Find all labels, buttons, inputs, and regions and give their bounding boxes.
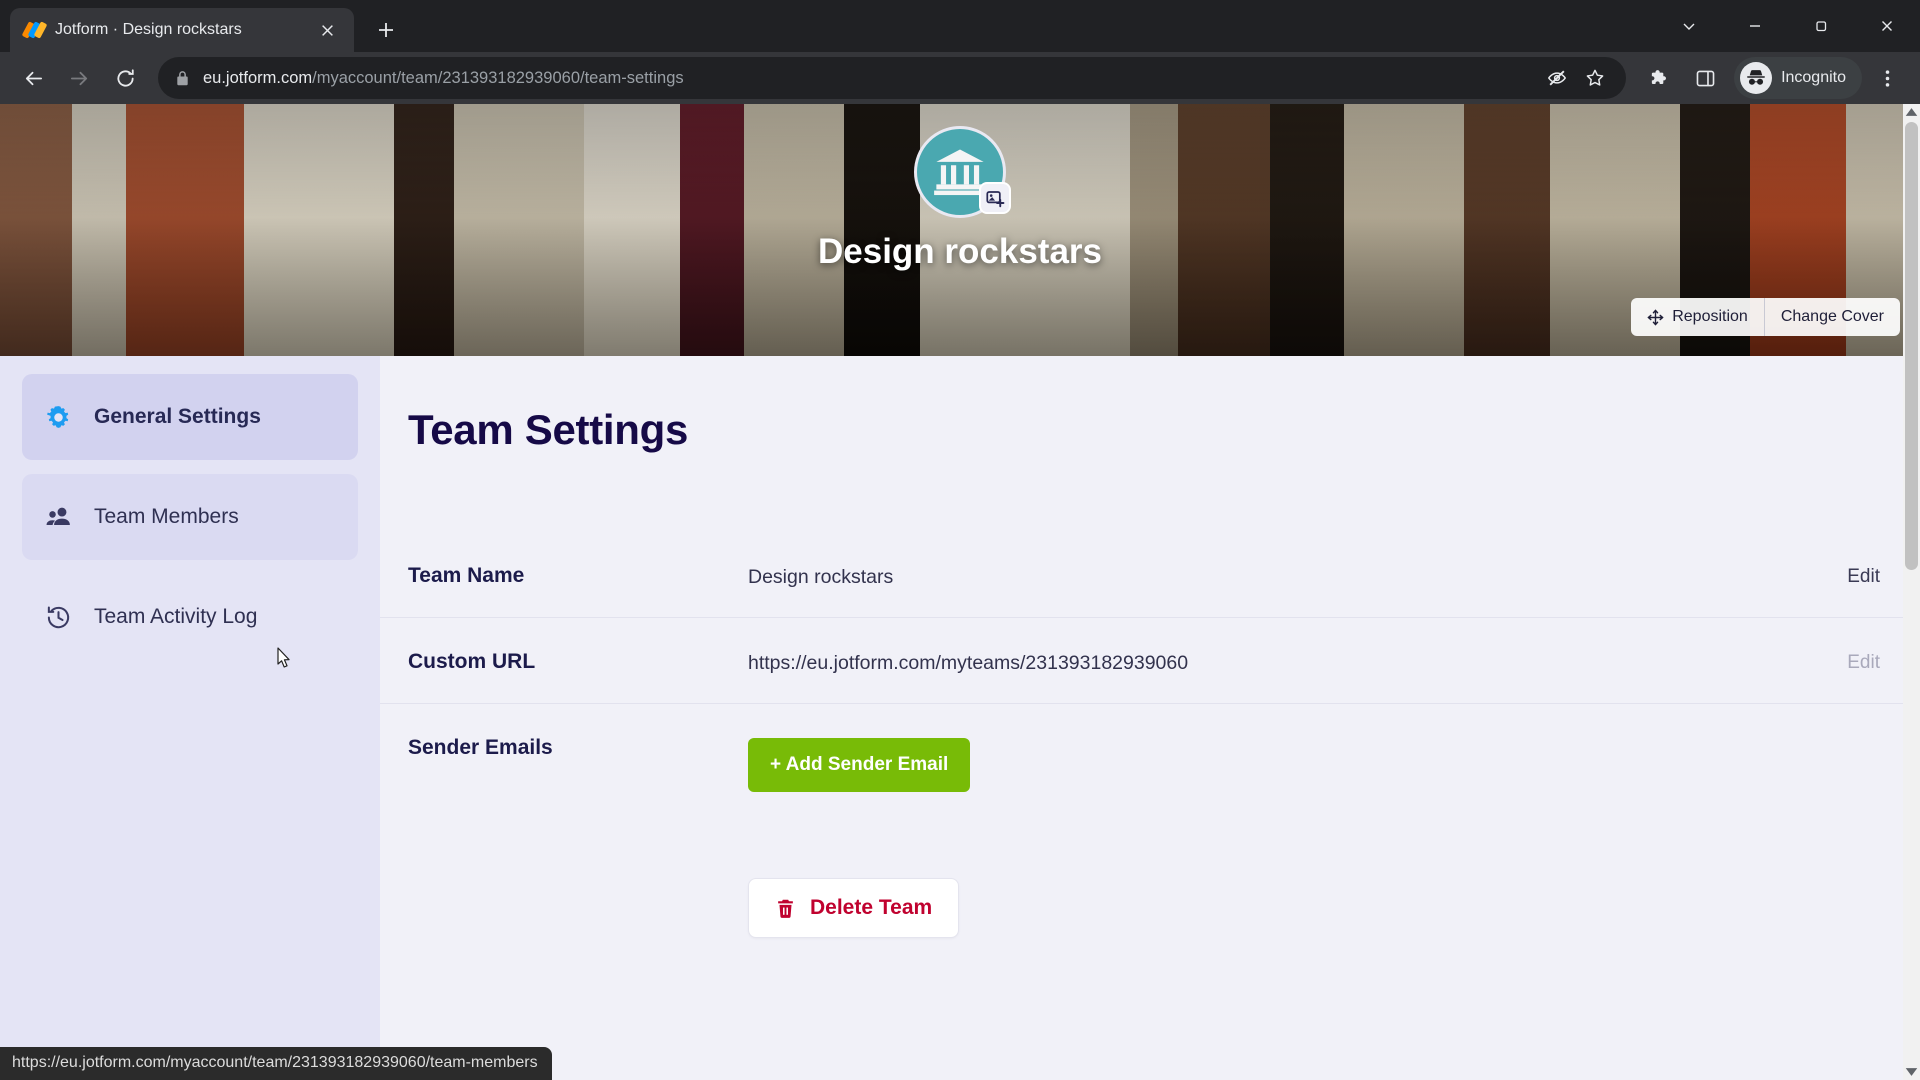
settings-content: Team Settings Team Name Design rockstars… xyxy=(380,356,1920,1080)
browser-window: Jotform · Design rockstars eu.jotform.co… xyxy=(0,0,1920,1080)
move-arrows-icon xyxy=(1647,309,1664,325)
maximize-icon[interactable] xyxy=(1788,0,1854,52)
sidebar-item-label: Team Members xyxy=(94,505,239,528)
reposition-label: Reposition xyxy=(1672,308,1748,325)
puzzle-piece-icon[interactable] xyxy=(1638,57,1680,99)
sidebar-item-general-settings[interactable]: General Settings xyxy=(22,374,358,460)
settings-sidebar: General Settings Team Members Team Activ… xyxy=(0,356,380,1080)
incognito-indicator[interactable]: Incognito xyxy=(1734,57,1862,99)
delete-team-area: Delete Team xyxy=(380,820,1920,938)
scroll-down-arrow[interactable] xyxy=(1903,1063,1920,1080)
settings-row-sender-emails: Sender Emails + Add Sender Email xyxy=(380,704,1920,820)
browser-toolbar: eu.jotform.com/myaccount/team/2313931829… xyxy=(0,52,1920,104)
row-value: https://eu.jotform.com/myteams/231393182… xyxy=(748,652,1189,674)
row-label: Team Name xyxy=(408,564,525,587)
row-value: Design rockstars xyxy=(748,566,894,588)
url-host: eu.jotform.com xyxy=(203,68,313,87)
url-text: eu.jotform.com/myaccount/team/2313931829… xyxy=(203,69,1530,88)
close-icon[interactable] xyxy=(314,17,340,43)
page-scrollbar[interactable] xyxy=(1903,104,1920,1080)
change-cover-button[interactable]: Change Cover xyxy=(1763,298,1900,336)
window-controls xyxy=(1656,0,1920,52)
minimize-icon[interactable] xyxy=(1722,0,1788,52)
lock-icon xyxy=(177,70,188,85)
scroll-up-arrow[interactable] xyxy=(1903,104,1920,121)
url-path: /myaccount/team/231393182939060/team-set… xyxy=(312,68,684,87)
page-body: General Settings Team Members Team Activ… xyxy=(0,356,1920,1080)
sidebar-item-label: General Settings xyxy=(94,405,261,428)
address-bar[interactable]: eu.jotform.com/myaccount/team/2313931829… xyxy=(158,57,1627,99)
delete-team-label: Delete Team xyxy=(810,896,933,919)
arrow-right-icon[interactable] xyxy=(58,57,100,99)
sidebar-item-team-activity-log[interactable]: Team Activity Log xyxy=(22,574,358,660)
trash-icon xyxy=(778,899,793,918)
settings-row-team-name: Team Name Design rockstars Edit xyxy=(380,532,1920,618)
side-panel-icon[interactable] xyxy=(1684,57,1726,99)
tab-strip: Jotform · Design rockstars xyxy=(0,0,1920,52)
people-icon xyxy=(44,503,72,531)
eye-slash-icon[interactable] xyxy=(1542,63,1572,93)
page-viewport: Design rockstars Reposition Change Cover xyxy=(0,104,1920,1080)
tab-title: Jotform · Design rockstars xyxy=(55,21,242,38)
team-name-heading: Design rockstars xyxy=(817,232,1103,271)
row-label: Custom URL xyxy=(408,650,536,673)
incognito-label: Incognito xyxy=(1781,69,1846,86)
delete-team-button[interactable]: Delete Team xyxy=(748,878,960,938)
jotform-logo-icon xyxy=(21,20,48,40)
browser-tab[interactable]: Jotform · Design rockstars xyxy=(10,8,354,52)
three-dots-vertical-icon[interactable] xyxy=(1866,57,1908,99)
settings-rows: Team Name Design rockstars Edit Custom U… xyxy=(380,532,1920,820)
close-icon[interactable] xyxy=(1854,0,1920,52)
edit-custom-url-button[interactable]: Edit xyxy=(1847,646,1880,674)
gear-icon xyxy=(44,403,72,431)
settings-row-custom-url: Custom URL https://eu.jotform.com/myteam… xyxy=(380,618,1920,704)
row-label: Sender Emails xyxy=(408,736,553,759)
reload-icon[interactable] xyxy=(104,57,146,99)
scrollbar-thumb[interactable] xyxy=(1905,122,1918,570)
link-status-bar: https://eu.jotform.com/myaccount/team/23… xyxy=(0,1047,552,1080)
reposition-button[interactable]: Reposition xyxy=(1631,298,1764,336)
star-icon[interactable] xyxy=(1580,63,1610,93)
arrow-left-icon[interactable] xyxy=(12,57,54,99)
chevron-down-icon[interactable] xyxy=(1656,0,1722,52)
add-image-icon[interactable] xyxy=(979,182,1011,214)
change-cover-label: Change Cover xyxy=(1780,308,1884,325)
sidebar-item-team-members[interactable]: Team Members xyxy=(22,474,358,560)
edit-team-name-button[interactable]: Edit xyxy=(1847,560,1880,588)
new-tab-button[interactable] xyxy=(368,12,404,48)
cover-actions: Reposition Change Cover xyxy=(1631,298,1900,336)
add-sender-email-button[interactable]: + Add Sender Email xyxy=(748,738,971,792)
page-title: Team Settings xyxy=(408,406,689,453)
sidebar-item-label: Team Activity Log xyxy=(94,605,258,628)
team-avatar[interactable] xyxy=(914,126,1011,218)
incognito-hat-glasses-icon xyxy=(1740,62,1773,94)
team-cover-banner: Design rockstars Reposition Change Cover xyxy=(0,104,1920,356)
clock-history-icon xyxy=(44,603,72,631)
